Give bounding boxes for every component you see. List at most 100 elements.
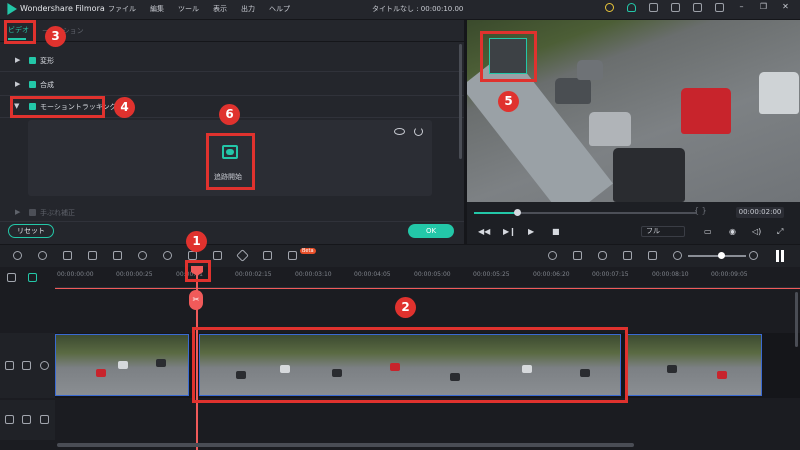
zoom-slider[interactable] <box>688 255 746 257</box>
download-icon[interactable] <box>715 3 724 12</box>
menu-export[interactable]: 出力 <box>241 4 255 14</box>
cut-icon[interactable] <box>88 251 97 260</box>
reset-button[interactable]: リセット <box>8 224 54 238</box>
audio-wave-icon[interactable] <box>288 251 297 260</box>
zoom-out-icon[interactable] <box>673 251 682 260</box>
crop-icon[interactable] <box>113 251 122 260</box>
video-clip[interactable] <box>55 334 189 396</box>
menu-bar: ファイル 編集 ツール 表示 出力 ヘルプ <box>108 4 290 14</box>
expand-arrow-icon[interactable]: ▶ <box>15 80 20 88</box>
checkbox-icon[interactable] <box>29 57 36 64</box>
sun-icon[interactable] <box>605 3 614 12</box>
clip-car <box>118 361 128 369</box>
color-icon[interactable] <box>163 251 172 260</box>
ruler-baseline <box>55 288 800 289</box>
highlight-clip <box>192 327 628 403</box>
subtitle-icon[interactable] <box>648 251 657 260</box>
add-track-icon[interactable] <box>7 273 16 282</box>
row-label-composite: 合成 <box>40 81 54 89</box>
document-title: タイトルなし : 00:00:10.00 <box>372 5 464 13</box>
video-track-icon <box>5 361 14 370</box>
ruler-tick: 00:00:00:25 <box>116 271 153 278</box>
monitor-icon[interactable]: ▭ <box>704 227 712 236</box>
highlight-motion-tracking <box>10 96 105 118</box>
step-back-icon[interactable]: ◀◀ <box>478 227 490 236</box>
ruler-tick: 00:00:04:05 <box>354 271 391 278</box>
checkbox-icon[interactable] <box>29 209 36 216</box>
expand-arrow-icon[interactable]: ▶ <box>15 208 20 216</box>
ruler-tick: 00:00:05:00 <box>414 271 451 278</box>
panel-scrollbar[interactable] <box>459 44 462 159</box>
undo-icon[interactable] <box>13 251 22 260</box>
checkbox-icon[interactable] <box>29 81 36 88</box>
row-composite[interactable] <box>0 72 464 96</box>
menu-view[interactable]: 表示 <box>213 4 227 14</box>
user-icon[interactable] <box>671 3 680 12</box>
volume-icon[interactable]: ◁) <box>752 227 761 236</box>
stop-icon[interactable]: ■ <box>552 227 560 236</box>
timeline-vertical-scrollbar[interactable] <box>795 292 798 347</box>
pause-bar-icon[interactable] <box>776 250 779 262</box>
callout-badge-2: 2 <box>395 297 416 318</box>
zoom-knob[interactable] <box>718 252 725 259</box>
ruler-tick: 00:00:05:25 <box>473 271 510 278</box>
clip-car <box>667 365 677 373</box>
voiceover-icon[interactable] <box>623 251 632 260</box>
preview-time: 00:00:02:00 <box>736 207 784 218</box>
speed-icon[interactable] <box>138 251 147 260</box>
link-icon[interactable] <box>28 273 37 282</box>
eye-icon[interactable] <box>394 128 405 135</box>
snapshot-icon[interactable]: ◉ <box>729 227 736 236</box>
minimize-icon[interactable]: – <box>737 3 746 12</box>
audio-icon[interactable] <box>188 251 197 260</box>
render-icon[interactable] <box>548 251 557 260</box>
save-icon[interactable] <box>693 3 702 12</box>
adjust-icon[interactable] <box>263 251 272 260</box>
clip-car <box>717 371 727 379</box>
tracking-icon[interactable] <box>213 251 222 260</box>
menu-help[interactable]: ヘルプ <box>269 4 290 14</box>
play-icon[interactable]: ▶ <box>528 227 534 236</box>
microphone-icon[interactable] <box>598 251 607 260</box>
preview-car <box>555 78 591 104</box>
video-clip[interactable] <box>626 334 762 396</box>
ok-button[interactable]: OK <box>408 224 454 238</box>
callout-badge-5: 5 <box>498 91 519 112</box>
split-scissors-icon[interactable]: ✂ <box>189 290 203 310</box>
eye-icon[interactable] <box>40 361 49 370</box>
fullscreen-icon[interactable]: ⤢ <box>777 227 783 237</box>
redo-icon[interactable] <box>38 251 47 260</box>
row-transform[interactable] <box>0 48 464 72</box>
menu-file[interactable]: ファイル <box>108 4 136 14</box>
expand-arrow-icon[interactable]: ▶ <box>15 56 20 64</box>
mark-in-out-icon[interactable]: { } <box>694 206 707 215</box>
preview-car <box>613 148 685 202</box>
close-icon[interactable]: ✕ <box>781 3 790 12</box>
timeline-horizontal-scrollbar[interactable] <box>57 443 634 447</box>
preview-car <box>577 60 603 80</box>
ruler-tick: 00:00:08:10 <box>652 271 689 278</box>
reset-icon[interactable] <box>414 127 423 136</box>
callout-badge-1: 1 <box>186 231 207 252</box>
preview-progress-knob[interactable] <box>514 209 521 216</box>
music-icon <box>5 415 14 424</box>
preview-progress-fill <box>474 212 518 214</box>
pause-bar-icon[interactable] <box>781 250 784 262</box>
preview-car <box>759 72 799 114</box>
restore-icon[interactable]: ❐ <box>759 3 768 12</box>
zoom-in-icon[interactable] <box>749 251 758 260</box>
speaker-icon[interactable] <box>40 415 49 424</box>
menu-tools[interactable]: ツール <box>178 4 199 14</box>
quality-select[interactable]: フル <box>641 226 685 237</box>
lock-icon[interactable] <box>22 361 31 370</box>
ruler-tick: 00:00:00:00 <box>57 271 94 278</box>
lock-icon[interactable] <box>22 415 31 424</box>
headset-icon[interactable] <box>627 3 636 12</box>
menu-edit[interactable]: 編集 <box>150 4 164 14</box>
marker-icon[interactable] <box>573 251 582 260</box>
titlebar-icons: – ❐ ✕ <box>605 3 790 12</box>
beta-badge: Beta <box>300 248 316 254</box>
play-pause-icon[interactable]: ▶❙ <box>503 227 516 236</box>
gift-icon[interactable] <box>649 3 658 12</box>
delete-icon[interactable] <box>63 251 72 260</box>
